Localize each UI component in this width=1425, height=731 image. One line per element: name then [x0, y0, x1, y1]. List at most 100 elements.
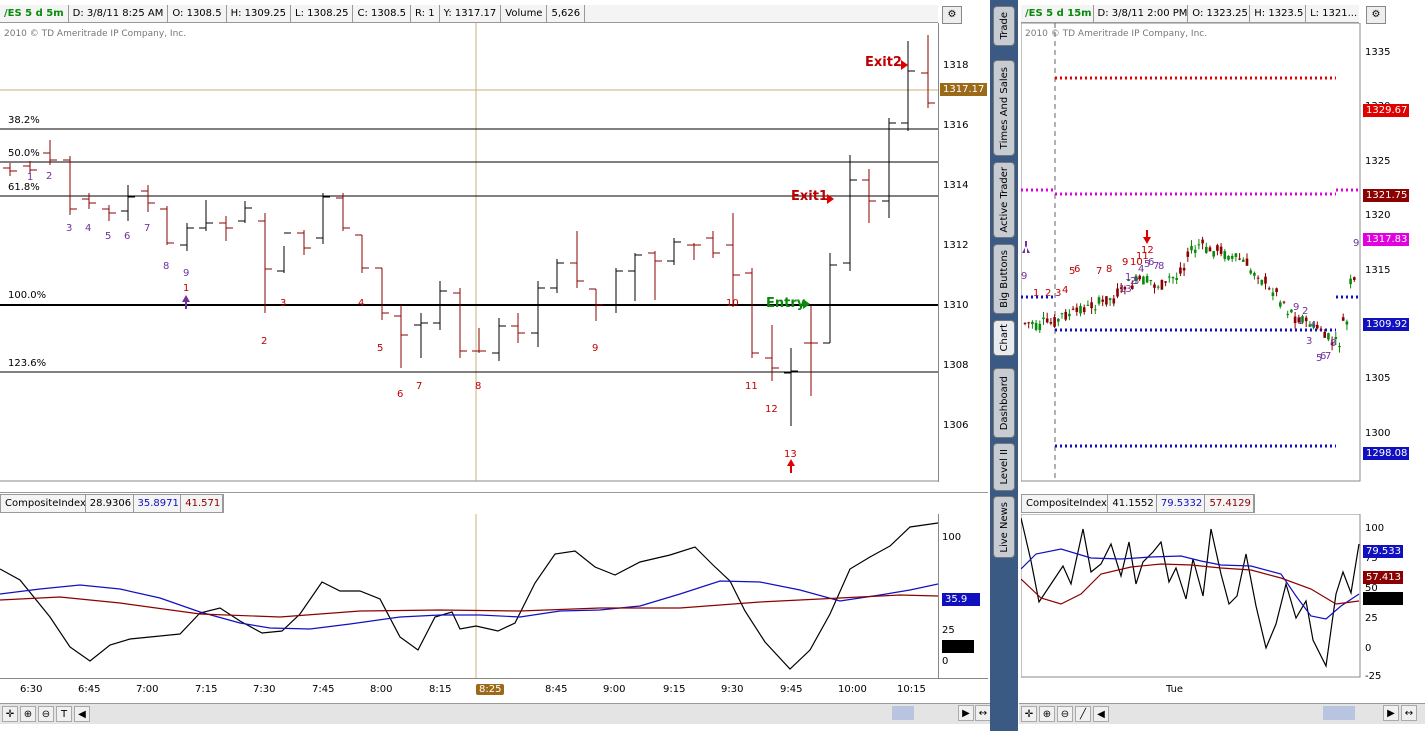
candle — [1168, 273, 1171, 283]
left-scroll-thumb[interactable] — [892, 706, 914, 720]
indicator-tick: -25 — [1365, 671, 1382, 682]
price-bar — [336, 193, 350, 231]
scroll-left-icon[interactable]: ◀ — [1093, 706, 1109, 722]
tab-trade[interactable]: Trade — [993, 6, 1015, 46]
scroll-right-icon[interactable]: ▶ — [1383, 705, 1399, 721]
left-high: H: 1309.25 — [227, 5, 291, 22]
candle — [1216, 243, 1219, 256]
count-label: 9 — [1122, 257, 1129, 268]
count-label: 6 — [124, 231, 131, 242]
count-label: 10 — [726, 298, 739, 309]
expand-icon[interactable]: ↔ — [975, 705, 991, 721]
price-bar — [43, 140, 57, 165]
price-bar — [180, 223, 194, 251]
count-label: 8 — [1330, 338, 1337, 349]
price-bar — [3, 163, 17, 176]
left-indicator-chart[interactable] — [0, 514, 938, 678]
count-label: 4 — [85, 223, 92, 234]
price-bar — [394, 305, 408, 368]
price-bar — [414, 313, 428, 358]
tab-big-buttons[interactable]: Big Buttons — [993, 244, 1015, 314]
candle — [1034, 319, 1038, 332]
price-bar — [160, 206, 174, 245]
right-price-chart[interactable] — [1021, 23, 1361, 482]
price-bar — [453, 288, 467, 358]
price-bar — [843, 155, 857, 271]
right-indicator-chart[interactable] — [1021, 514, 1361, 678]
candle — [1068, 309, 1071, 321]
tab-live-news[interactable]: Live News — [993, 496, 1015, 558]
candle — [1282, 300, 1286, 305]
left-symbol[interactable]: /ES 5 d 5m — [0, 5, 69, 22]
scroll-right-icon[interactable]: ▶ — [958, 705, 974, 721]
price-bar — [628, 253, 642, 301]
count-label: 1 — [183, 283, 190, 294]
zoom-out-icon[interactable]: ⊖ — [38, 706, 54, 722]
count-label: 8 — [475, 381, 482, 392]
time-cursor-box: 8:25 — [476, 684, 505, 695]
left-price-chart[interactable] — [0, 23, 938, 482]
indicator-tick: 100 — [942, 532, 962, 543]
draw-line-icon[interactable]: ╱ — [1075, 706, 1091, 722]
right-scroll-thumb[interactable] — [1323, 706, 1355, 720]
candle — [1193, 245, 1197, 258]
candle — [1112, 294, 1116, 307]
candle — [1153, 282, 1156, 294]
count-label: 3 — [1055, 288, 1062, 299]
right-chart-settings-button[interactable]: ⚙ — [1366, 6, 1386, 24]
price-tick: 1314 — [943, 180, 969, 191]
price-bar — [297, 230, 311, 255]
price-bar — [511, 313, 525, 343]
tab-level-ii[interactable]: Level II — [993, 443, 1015, 491]
composite-black-line — [0, 522, 938, 670]
count-label: 6 — [397, 389, 404, 400]
right-price-axis: 1335 1330 1325 1320 1315 1310 1305 1300 … — [1361, 23, 1425, 482]
left-y: Y: 1317.17 — [440, 5, 502, 22]
count-label: 7 — [144, 223, 151, 234]
crosshair-icon[interactable]: ✛ — [1021, 706, 1037, 722]
right-time-tick: Tue — [1166, 684, 1184, 695]
candle — [1186, 247, 1190, 262]
candle — [1182, 263, 1186, 276]
candle — [1208, 245, 1212, 252]
candle — [1171, 276, 1175, 284]
candle — [1238, 253, 1241, 261]
price-bar — [219, 216, 233, 241]
tab-times-and-sales[interactable]: Times And Sales — [993, 60, 1015, 156]
indicator-tick: 25 — [942, 625, 955, 636]
indicator-value-box: 35.9 — [942, 593, 980, 606]
price-bar — [492, 318, 506, 361]
candle — [1142, 275, 1145, 285]
crosshair-icon[interactable]: ✛ — [2, 706, 18, 722]
right-indicator-v1: 41.1552 — [1108, 495, 1157, 512]
zoom-in-icon[interactable]: ⊕ — [1039, 706, 1055, 722]
candle — [1053, 314, 1056, 329]
candle — [1027, 321, 1030, 329]
price-bar — [687, 243, 701, 260]
price-bar — [277, 232, 291, 273]
scroll-left-icon[interactable]: ◀ — [74, 706, 90, 722]
count-label: 13 — [784, 449, 797, 460]
tab-dashboard[interactable]: Dashboard — [993, 368, 1015, 438]
left-chart-settings-button[interactable]: ⚙ — [942, 6, 962, 24]
time-tick: 6:45 — [78, 684, 101, 695]
candle — [1105, 296, 1108, 307]
candle — [1260, 279, 1264, 286]
time-tick: 7:30 — [253, 684, 276, 695]
tab-active-trader[interactable]: Active Trader — [993, 162, 1015, 238]
zoom-out-icon[interactable]: ⊖ — [1057, 706, 1073, 722]
candle — [1338, 342, 1341, 353]
candle — [1223, 249, 1227, 262]
zoom-in-icon[interactable]: ⊕ — [20, 706, 36, 722]
price-bar — [63, 156, 77, 215]
text-tool-icon[interactable]: T — [56, 706, 72, 722]
candle — [1082, 304, 1086, 315]
fib-label-38: 38.2% — [8, 115, 40, 126]
exit2-label: Exit2 — [865, 55, 902, 70]
indicator-tick: 0 — [942, 656, 949, 667]
right-symbol[interactable]: /ES 5 d 15m — [1021, 5, 1094, 22]
candle — [1234, 252, 1238, 262]
price-bar — [804, 306, 818, 396]
tab-chart[interactable]: Chart — [993, 320, 1015, 356]
expand-icon[interactable]: ↔ — [1401, 705, 1417, 721]
